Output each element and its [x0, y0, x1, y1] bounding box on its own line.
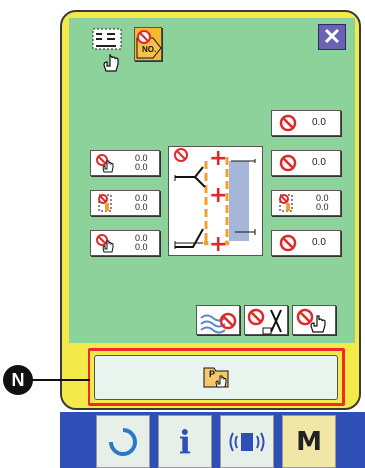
stitch-diagram: + + + [168, 146, 263, 257]
value-button-top-right[interactable]: 0.0 [271, 110, 341, 136]
pattern-select-button[interactable] [92, 28, 128, 74]
thread-clamp-button[interactable] [196, 305, 240, 335]
presser-prohibit-icon [98, 194, 112, 212]
info-icon: i [178, 422, 192, 461]
value-button-left-bottom[interactable]: 0.0 0.0 [90, 230, 160, 256]
value-left-bottom: 0.0 0.0 [135, 234, 148, 252]
value-left-top-line2: 0.0 [135, 162, 148, 172]
no-number-label: NO. [142, 45, 157, 54]
presser-prohibit-icon [279, 194, 293, 212]
folder-hand-icon [203, 367, 229, 388]
program-button[interactable]: P [94, 355, 338, 400]
value-button-right-mid[interactable]: 0.0 0.0 [271, 190, 341, 216]
value-lower-right: 0.0 [312, 237, 326, 248]
hand-prohibit-icon [96, 234, 114, 253]
stitch-diagram-graphic: + + + [174, 146, 256, 257]
value-left-bottom-line2: 0.0 [135, 242, 148, 252]
hand-prohibit-button[interactable] [292, 305, 336, 335]
value-button-right-top[interactable]: 0.0 [271, 150, 341, 176]
value-left-mid-line2: 0.0 [135, 202, 148, 212]
svg-text:+: + [209, 232, 227, 257]
svg-text:+: + [209, 183, 227, 208]
program-button-label: P [209, 369, 216, 379]
value-button-left-mid[interactable]: 0.0 0.0 [90, 190, 160, 216]
thread-wave-prohibit-icon [200, 312, 237, 334]
close-icon: ✕ [322, 24, 342, 49]
value-button-left-top[interactable]: 0.0 0.0 [90, 150, 160, 176]
hand-prohibit-icon [296, 308, 326, 333]
refresh-icon [109, 427, 137, 456]
value-button-right-bottom[interactable]: 0.0 [271, 230, 341, 256]
info-button[interactable]: i [158, 415, 212, 468]
thread-trimmer-button[interactable] [244, 305, 288, 335]
value-left-mid: 0.0 0.0 [135, 194, 148, 212]
prohibit-icon [279, 154, 297, 172]
callout-marker: N [3, 365, 33, 395]
communication-icon [229, 432, 265, 451]
callout-marker-label: N [11, 369, 25, 390]
close-button[interactable]: ✕ [318, 24, 346, 50]
value-top-right: 0.0 [312, 117, 326, 128]
value-left-top: 0.0 0.0 [135, 154, 148, 172]
no-number-button[interactable]: NO. [134, 27, 162, 61]
pattern-select-icon [92, 28, 122, 72]
communication-button[interactable] [220, 415, 274, 468]
mode-label: M [296, 426, 322, 457]
svg-text:+: + [209, 147, 227, 171]
refresh-button[interactable] [96, 415, 150, 468]
prohibit-icon [279, 234, 297, 252]
value-right-mid: 0.0 0.0 [316, 194, 329, 212]
hand-prohibit-icon [96, 154, 114, 173]
scissors-prohibit-icon [247, 308, 282, 335]
mode-button[interactable]: M [282, 415, 336, 468]
value-mid-right: 0.0 [312, 157, 326, 168]
callout-line [32, 379, 90, 381]
value-right-mid-line2: 0.0 [316, 202, 329, 212]
prohibit-icon [279, 114, 297, 132]
